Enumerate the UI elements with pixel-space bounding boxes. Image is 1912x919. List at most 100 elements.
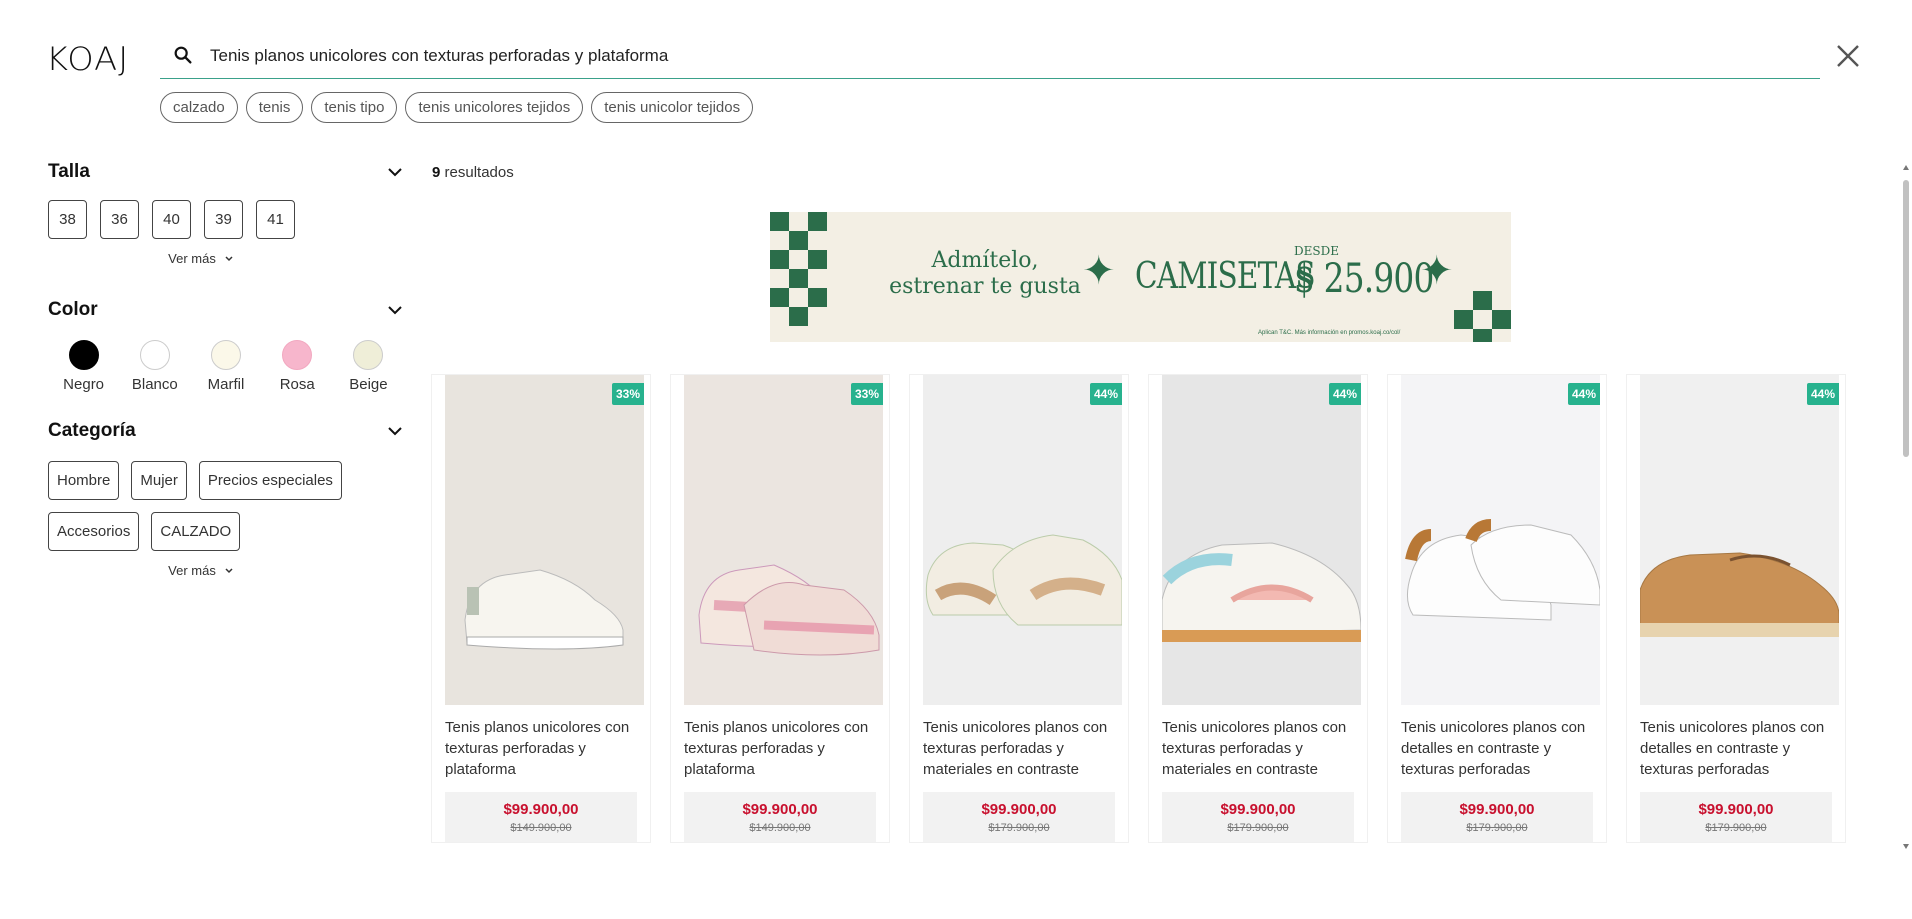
filter-color-header[interactable]: Color [48, 294, 404, 326]
category-option[interactable]: CALZADO [151, 512, 241, 551]
chevron-down-icon [225, 255, 233, 261]
suggestion-chip[interactable]: tenis unicolor tejidos [591, 92, 754, 123]
filter-size-header[interactable]: Talla [48, 156, 404, 188]
size-see-more-button[interactable]: Ver más [0, 251, 404, 266]
product-card[interactable]: 33% Tenis planos unicolores con texturas… [670, 374, 890, 843]
banner-price: $ 25.900 [1294, 256, 1434, 302]
color-swatch [353, 340, 384, 370]
color-label: Blanco [131, 376, 178, 393]
filter-title: Categoría [48, 420, 136, 441]
search-icon [174, 46, 192, 64]
filter-category: Categoría Hombre Mujer Precios especiale… [48, 415, 404, 578]
size-option[interactable]: 39 [204, 200, 243, 239]
price-current: $99.900,00 [981, 800, 1057, 818]
banner-fine-print: Aplican T&C. Más información en promos.k… [1258, 330, 1401, 336]
size-option[interactable]: 40 [152, 200, 191, 239]
color-option-rosa[interactable]: Rosa [262, 340, 333, 393]
product-title[interactable]: Tenis unicolores planos con texturas per… [923, 717, 1115, 780]
price-original: $179.900,00 [1705, 821, 1767, 834]
product-image[interactable]: 44% [1401, 375, 1600, 705]
product-card[interactable]: 44% Tenis unicolores planos con detalles… [1626, 374, 1846, 843]
discount-badge: 44% [1567, 383, 1600, 405]
color-option-beige[interactable]: Beige [333, 340, 404, 393]
filter-title: Color [48, 299, 98, 320]
discount-badge: 33% [850, 383, 883, 405]
category-see-more-button[interactable]: Ver más [0, 563, 404, 578]
discount-badge: 33% [611, 383, 644, 405]
discount-badge: 44% [1089, 383, 1122, 405]
banner-tagline: Admítelo, estrenar te gusta [889, 248, 1081, 299]
results-number: 9 [432, 164, 441, 181]
size-option[interactable]: 41 [256, 200, 295, 239]
scroll-down-icon[interactable] [1902, 842, 1910, 850]
koaj-logo[interactable]: KOAJ [46, 40, 128, 78]
price-original: $179.900,00 [1466, 821, 1528, 834]
price-box: $99.900,00 $179.900,00 [1401, 792, 1593, 842]
suggestion-chip[interactable]: tenis [245, 92, 304, 123]
color-label: Rosa [279, 376, 315, 393]
suggestion-chip[interactable]: calzado [160, 92, 238, 123]
price-current: $99.900,00 [742, 800, 818, 818]
category-option[interactable]: Mujer [131, 461, 187, 500]
see-more-label: Ver más [168, 251, 216, 266]
price-current: $99.900,00 [1459, 800, 1535, 818]
price-box: $99.900,00 $149.900,00 [445, 792, 637, 842]
color-swatch [211, 340, 241, 370]
color-label: Beige [349, 376, 388, 393]
chevron-down-icon [225, 567, 233, 573]
category-option[interactable]: Hombre [48, 461, 120, 500]
product-card[interactable]: 44% Tenis unicolores planos con detalles… [1387, 374, 1607, 843]
scrollbar[interactable] [1900, 164, 1912, 850]
category-option[interactable]: Accesorios [48, 512, 140, 551]
price-original: $149.900,00 [510, 821, 572, 834]
product-image[interactable]: 44% [1640, 375, 1839, 705]
filter-category-header[interactable]: Categoría [48, 415, 404, 447]
product-image[interactable]: 33% [445, 375, 644, 705]
discount-badge: 44% [1806, 383, 1839, 405]
price-box: $99.900,00 $179.900,00 [1640, 792, 1832, 842]
product-grid: 33% Tenis planos unicolores con texturas… [431, 374, 1851, 843]
promo-banner[interactable]: Admítelo, estrenar te gusta ✦ CAMISETAS … [770, 212, 1511, 342]
price-box: $99.900,00 $179.900,00 [1162, 792, 1354, 842]
chevron-down-icon [388, 427, 402, 436]
search-suggestions: calzado tenis tenis tipo tenis unicolore… [160, 92, 754, 123]
product-card[interactable]: 44% Tenis unicolores planos con texturas… [1148, 374, 1368, 843]
filter-size: Talla 38 36 40 39 41 Ver más [48, 156, 404, 266]
product-title[interactable]: Tenis unicolores planos con texturas per… [1162, 717, 1354, 780]
color-swatch [139, 340, 170, 370]
search-underline [160, 78, 1820, 79]
product-title[interactable]: Tenis planos unicolores con texturas per… [684, 717, 876, 780]
price-current: $99.900,00 [1698, 800, 1774, 818]
product-title[interactable]: Tenis unicolores planos con detalles en … [1401, 717, 1593, 780]
price-original: $179.900,00 [1227, 821, 1289, 834]
product-title[interactable]: Tenis planos unicolores con texturas per… [445, 717, 637, 780]
search-input[interactable] [210, 42, 1810, 70]
scroll-up-icon[interactable] [1902, 164, 1910, 172]
color-label: Negro [63, 376, 105, 393]
suggestion-chip[interactable]: tenis tipo [311, 92, 398, 123]
color-swatch [68, 340, 99, 370]
price-original: $149.900,00 [749, 821, 811, 834]
product-title[interactable]: Tenis unicolores planos con detalles en … [1640, 717, 1832, 780]
chevron-down-icon [388, 168, 402, 177]
price-box: $99.900,00 $179.900,00 [923, 792, 1115, 842]
product-image[interactable]: 44% [923, 375, 1122, 705]
suggestion-chip[interactable]: tenis unicolores tejidos [405, 92, 584, 123]
close-icon[interactable] [1834, 42, 1862, 70]
size-option[interactable]: 36 [100, 200, 139, 239]
product-card[interactable]: 33% Tenis planos unicolores con texturas… [431, 374, 651, 843]
product-card[interactable]: 44% Tenis unicolores planos con texturas… [909, 374, 1129, 843]
see-more-label: Ver más [168, 563, 216, 578]
results-count: 9 resultados [432, 164, 514, 181]
filter-color: Color Negro Blanco Marfil Rosa Beige [48, 294, 404, 393]
category-option[interactable]: Precios especiales [198, 461, 342, 500]
scroll-thumb[interactable] [1903, 180, 1909, 457]
product-image[interactable]: 33% [684, 375, 883, 705]
color-option-marfil[interactable]: Marfil [190, 340, 261, 393]
product-image[interactable]: 44% [1162, 375, 1361, 705]
discount-badge: 44% [1328, 383, 1361, 405]
color-option-negro[interactable]: Negro [48, 340, 119, 393]
results-label: resultados [444, 164, 514, 181]
color-option-blanco[interactable]: Blanco [119, 340, 190, 393]
size-option[interactable]: 38 [48, 200, 87, 239]
